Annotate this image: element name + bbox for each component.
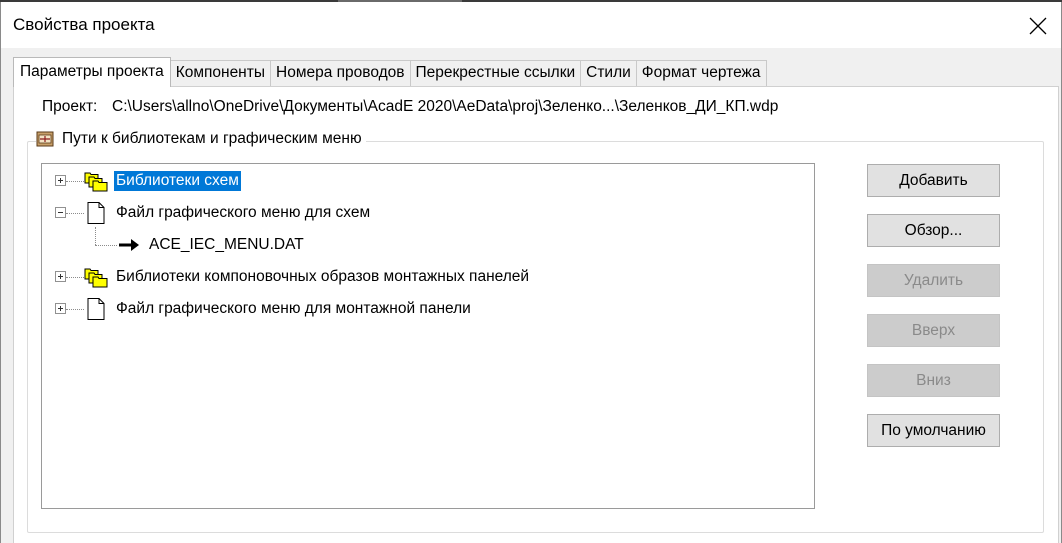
tree-item-label: ACE_IEC_MENU.DAT bbox=[149, 236, 304, 253]
tree-item-label: Файл графического меню для схем bbox=[116, 204, 371, 221]
tab-drawing-format[interactable]: Формат чертежа bbox=[635, 60, 767, 86]
tree-connector bbox=[66, 309, 84, 310]
tree-item-panel-menu-file[interactable]: Файл графического меню для монтажной пан… bbox=[84, 294, 473, 324]
tree-item-label: Файл графического меню для монтажной пан… bbox=[116, 300, 471, 317]
document-icon bbox=[87, 298, 105, 320]
tree-item-menu-file-value[interactable]: ACE_IEC_MENU.DAT bbox=[117, 230, 306, 260]
tree-item-schematic-libraries[interactable]: Библиотеки схем bbox=[84, 166, 241, 196]
tab-project-settings[interactable]: Параметры проекта bbox=[13, 57, 171, 87]
tab-strip: Параметры проекта Компоненты Номера пров… bbox=[13, 57, 767, 87]
project-path: C:\Users\allno\OneDrive\Документы\AcadE … bbox=[112, 98, 779, 115]
library-paths-group: Пути к библиотекам и графическим меню Би… bbox=[27, 130, 1044, 533]
tree-connector bbox=[66, 181, 84, 182]
window-title: Свойства проекта bbox=[13, 15, 155, 34]
library-icon bbox=[36, 131, 54, 147]
tree-connector bbox=[66, 277, 84, 278]
tree-connector bbox=[66, 213, 84, 214]
expand-button[interactable] bbox=[55, 303, 66, 314]
default-button[interactable]: По умолчанию bbox=[867, 414, 1000, 447]
tree-item-schematic-menu-file[interactable]: Файл графического меню для схем bbox=[84, 198, 372, 228]
move-up-button[interactable]: Вверх bbox=[867, 314, 1000, 347]
collapse-button[interactable] bbox=[55, 207, 66, 218]
tree-item-label: Библиотеки компоновочных образов монтажн… bbox=[116, 268, 530, 285]
expand-button[interactable] bbox=[55, 271, 66, 282]
move-down-button[interactable]: Вниз bbox=[867, 364, 1000, 397]
group-legend: Пути к библиотекам и графическим меню bbox=[36, 130, 366, 148]
project-properties-dialog: Свойства проекта Параметры проекта Компо… bbox=[0, 2, 1062, 543]
tab-wire-numbers[interactable]: Номера проводов bbox=[270, 60, 411, 86]
tree-connector bbox=[95, 245, 117, 246]
tree-item-label: Библиотеки схем bbox=[114, 171, 241, 191]
add-button[interactable]: Добавить bbox=[867, 164, 1000, 197]
project-path-row: Проект: C:\Users\allno\OneDrive\Документы… bbox=[42, 98, 778, 116]
folders-icon bbox=[84, 172, 108, 192]
close-icon bbox=[1029, 17, 1047, 35]
tab-styles[interactable]: Стили bbox=[580, 60, 637, 86]
delete-button[interactable]: Удалить bbox=[867, 264, 1000, 297]
browse-button[interactable]: Обзор... bbox=[867, 214, 1000, 247]
document-icon bbox=[87, 202, 105, 224]
project-label: Проект: bbox=[42, 98, 98, 115]
tree-item-panel-libraries[interactable]: Библиотеки компоновочных образов монтажн… bbox=[84, 262, 531, 292]
folders-icon bbox=[84, 268, 108, 288]
close-button[interactable] bbox=[1015, 4, 1061, 48]
tree-connector bbox=[95, 227, 96, 245]
library-tree[interactable]: Библиотеки схем Файл графического меню д… bbox=[41, 163, 815, 509]
project-settings-panel: Проект: C:\Users\allno\OneDrive\Документы… bbox=[13, 86, 1059, 543]
expand-button[interactable] bbox=[55, 175, 66, 186]
title-bar: Свойства проекта bbox=[1, 2, 1061, 48]
tab-components[interactable]: Компоненты bbox=[169, 60, 271, 86]
arrow-right-icon bbox=[119, 239, 139, 251]
group-title: Пути к библиотекам и графическим меню bbox=[62, 130, 362, 147]
tab-cross-references[interactable]: Перекрестные ссылки bbox=[409, 60, 582, 86]
